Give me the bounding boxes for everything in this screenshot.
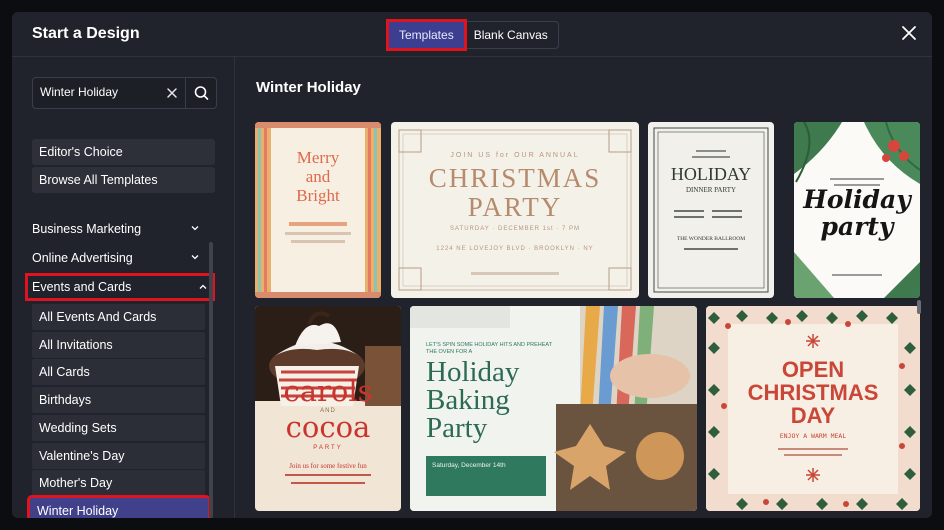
modal-title: Start a Design — [32, 25, 140, 42]
search-button[interactable] — [185, 78, 217, 108]
card-text: cocoa — [285, 410, 371, 444]
card-text: Join us for some festive fun — [289, 462, 367, 470]
card-text: JOIN US for OUR ANNUAL — [450, 152, 580, 159]
search-icon — [194, 86, 209, 100]
search-box — [32, 77, 217, 109]
category-label: Events and Cards — [32, 280, 132, 294]
template-card-carols-and-cocoa[interactable]: carols AND cocoa PARTY Join us for some … — [255, 306, 401, 511]
template-card-holiday-baking-party[interactable]: LET'S SPIN SOME HOLIDAY HITS AND PREHEAT… — [410, 306, 697, 511]
card-text: carols — [283, 374, 373, 408]
template-card-holiday-dinner[interactable]: HOLIDAY DINNER PARTY THE WONDER BALLROOM — [648, 122, 774, 298]
editors-choice-button[interactable]: Editor's Choice — [32, 139, 215, 165]
search-input[interactable] — [33, 78, 160, 106]
chevron-up-icon — [199, 284, 207, 289]
card-text: DAY — [790, 403, 836, 428]
subcategory-valentines-day[interactable]: Valentine's Day — [32, 443, 205, 469]
subcategory-winter-holiday[interactable]: Winter Holiday — [27, 495, 211, 518]
start-design-modal: Start a Design Templates Blank Canvas Wi… — [12, 12, 932, 518]
card-text: Merry — [296, 148, 340, 167]
card-text: Holiday — [803, 185, 911, 214]
template-card-open-christmas-day[interactable]: OPEN CHRISTMAS DAY ENJOY A WARM MEAL — [706, 306, 920, 511]
chevron-down-icon — [191, 226, 199, 231]
card-text: DINNER PARTY — [685, 186, 737, 194]
sidebar: Editor's Choice Browse All Templates Bus… — [12, 57, 235, 518]
template-card-holiday-party[interactable]: Holiday party — [794, 122, 920, 298]
gallery-scrollbar[interactable] — [917, 300, 921, 314]
clear-search-button[interactable] — [166, 86, 178, 98]
card-text: PARTY — [313, 445, 343, 451]
card-text: ENJOY A WARM MEAL — [779, 432, 847, 440]
category-label: Online Advertising — [32, 251, 133, 265]
card-text: Baking — [426, 384, 510, 416]
close-icon — [902, 26, 916, 40]
subcategory-mothers-day[interactable]: Mother's Day — [32, 470, 205, 496]
template-card-christmas-party[interactable]: JOIN US for OUR ANNUAL CHRISTMAS PARTY S… — [391, 122, 639, 298]
tab-blank-canvas[interactable]: Blank Canvas — [464, 22, 558, 48]
category-business-marketing[interactable]: Business Marketing — [32, 219, 204, 239]
card-text: OPEN — [781, 357, 845, 382]
card-text: party — [820, 212, 894, 241]
category-label: Business Marketing — [32, 222, 142, 236]
card-text: Saturday, December 14th — [432, 462, 506, 469]
template-thumbnail — [653, 127, 769, 293]
subcategory-wedding-sets[interactable]: Wedding Sets — [32, 415, 205, 441]
card-text: HOLIDAY — [670, 164, 752, 184]
card-text: THE WONDER BALLROOM — [676, 236, 746, 242]
card-text: SATURDAY · DECEMBER 1st · 7 PM — [449, 226, 581, 232]
section-title: Winter Holiday — [256, 79, 361, 96]
card-text: and — [305, 167, 331, 186]
subcategory-all-invitations[interactable]: All Invitations — [32, 332, 205, 358]
subcategory-all-events-and-cards[interactable]: All Events And Cards — [32, 304, 205, 330]
close-button[interactable] — [900, 24, 918, 42]
browse-all-templates-button[interactable]: Browse All Templates — [32, 167, 215, 193]
card-text: CHRISTMAS — [747, 380, 879, 405]
modal-header: Start a Design Templates Blank Canvas — [12, 12, 932, 57]
card-text: CHRISTMAS — [428, 163, 602, 193]
template-card-merry-and-bright[interactable]: Merry and Bright — [255, 122, 381, 298]
category-online-advertising[interactable]: Online Advertising — [32, 248, 204, 268]
clear-icon — [167, 88, 177, 98]
subcategory-all-cards[interactable]: All Cards — [32, 359, 205, 385]
card-text: Party — [426, 412, 488, 444]
chevron-down-icon — [191, 255, 199, 260]
sidebar-scrollbar[interactable] — [209, 242, 213, 518]
subcategory-birthdays[interactable]: Birthdays — [32, 387, 205, 413]
card-text: 1224 NE LOVEJOY BLVD · BROOKLYN · NY — [436, 246, 594, 252]
mode-toggle: Templates Blank Canvas — [386, 19, 559, 51]
template-gallery: Winter Holiday Merry and Bright JOIN US … — [235, 57, 932, 518]
card-text: LET'S SPIN SOME HOLIDAY HITS AND PREHEAT… — [426, 342, 552, 355]
tab-templates[interactable]: Templates — [386, 19, 467, 51]
category-events-and-cards[interactable]: Events and Cards — [25, 273, 215, 301]
card-text: PARTY — [467, 192, 563, 222]
card-text: Holiday — [426, 356, 520, 388]
card-text: Bright — [296, 186, 340, 205]
